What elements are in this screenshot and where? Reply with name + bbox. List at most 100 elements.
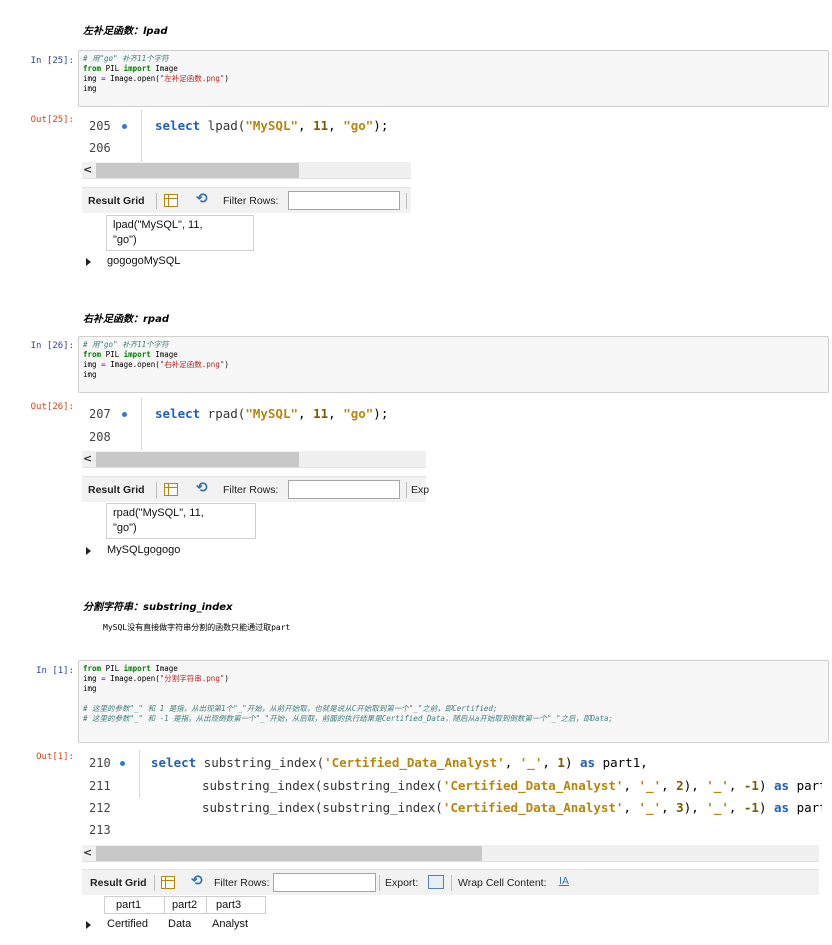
column-header-line: lpad("MySQL", 11,: [113, 219, 203, 231]
filter-rows-input[interactable]: [288, 480, 400, 499]
scroll-left-icon[interactable]: <: [83, 452, 92, 465]
out-prompt-25: Out[25]:: [30, 115, 74, 125]
var-img-last: img: [83, 84, 97, 93]
result-column-header[interactable]: part1: [104, 896, 165, 914]
import-obj: Image: [150, 664, 178, 673]
result-cell[interactable]: Analyst: [212, 918, 248, 930]
statement-dot-icon: [122, 412, 127, 417]
scroll-thumb[interactable]: [96, 846, 482, 861]
sql-editor-26[interactable]: 207 208 select rpad("MySQL", 11, "go");: [82, 398, 426, 450]
code-cell-26[interactable]: # 用"go" 补齐11个字符 from PIL import Image im…: [78, 336, 829, 393]
code-cell-25[interactable]: # 用"go" 补齐11个字符 from PIL import Image im…: [78, 50, 829, 107]
result-toolbar-26: Result Grid ⟲ Filter Rows: Exp: [82, 476, 429, 502]
split-description: MySQL没有直接做字符串分割的函数只能通过取part: [103, 623, 291, 632]
result-cell[interactable]: Certified: [107, 918, 148, 930]
sql-editor-25[interactable]: 205 206 select lpad("MySQL", 11, "go");: [82, 110, 412, 162]
statement-dot-icon: [122, 124, 127, 129]
refresh-icon[interactable]: ⟲: [196, 191, 208, 207]
import-obj: Image: [150, 350, 178, 359]
refresh-icon[interactable]: ⟲: [196, 480, 208, 496]
kw-from: from: [83, 664, 102, 673]
line-number: 211: [89, 779, 111, 793]
separator: [406, 482, 407, 498]
sql-line: select lpad("MySQL", 11, "go");: [155, 118, 389, 133]
grid-icon[interactable]: [164, 194, 178, 207]
kw-import: import: [123, 350, 151, 359]
var-img: img: [83, 360, 102, 369]
sql-line: substring_index(substring_index('Certifi…: [202, 800, 822, 815]
out-prompt-1: Out[1]:: [36, 752, 74, 762]
line-number: 213: [89, 823, 111, 837]
line-number: 206: [89, 141, 111, 155]
column-header-line: "go"): [113, 522, 137, 534]
result-grid-tab[interactable]: Result Grid: [88, 484, 145, 496]
sql-line: select rpad("MySQL", 11, "go");: [155, 406, 389, 421]
code-comment: # 这里的参数"_" 和 1 是指，从出现第1个"_"开始，从前开始取，也就是说…: [83, 704, 498, 713]
separator: [406, 193, 407, 209]
var-img-last: img: [83, 370, 97, 379]
filter-rows-label: Filter Rows:: [223, 484, 279, 496]
sql-editor-1[interactable]: 210 211 212 213 select substring_index('…: [82, 750, 822, 842]
current-row-arrow-icon: [86, 921, 91, 929]
in-prompt-25: In [25]:: [30, 56, 74, 66]
code-comment: # 用"go" 补齐11个字符: [83, 54, 169, 63]
separator: [451, 875, 452, 891]
code-cell-1[interactable]: from PIL import Image img = Image.open("…: [78, 660, 829, 743]
module-name: PIL: [101, 350, 124, 359]
current-row-arrow-icon: [86, 547, 91, 555]
separator: [156, 482, 157, 498]
gutter-divider: [141, 110, 142, 162]
filter-rows-input[interactable]: [288, 191, 400, 210]
result-column-header[interactable]: lpad("MySQL", 11, "go"): [106, 215, 254, 251]
rpad-heading: 右补足函数：rpad: [83, 314, 169, 325]
result-column-header[interactable]: part2: [164, 896, 207, 914]
result-cell[interactable]: MySQLgogogo: [107, 544, 180, 556]
in-prompt-26: In [26]:: [30, 341, 74, 351]
kw-import: import: [123, 664, 151, 673]
filter-rows-label: Filter Rows:: [214, 877, 270, 889]
lpad-heading: 左补足函数：lpad: [83, 26, 168, 37]
var-img: img: [83, 74, 102, 83]
refresh-icon[interactable]: ⟲: [191, 873, 203, 889]
gutter-divider: [139, 750, 140, 798]
wrap-cell-icon[interactable]: IA: [559, 876, 569, 887]
scroll-thumb[interactable]: [96, 163, 299, 178]
open-call: Image.open(: [105, 74, 160, 83]
line-number: 207: [89, 407, 111, 421]
filter-rows-input[interactable]: [273, 873, 376, 892]
close-paren: ): [224, 360, 229, 369]
var-img-last: img: [83, 684, 97, 693]
horizontal-scrollbar[interactable]: <: [82, 162, 411, 179]
result-column-header[interactable]: part3: [206, 896, 266, 914]
result-column-header[interactable]: rpad("MySQL", 11, "go"): [106, 503, 256, 539]
grid-icon[interactable]: [161, 876, 175, 889]
line-number: 210: [89, 756, 111, 770]
out-prompt-26: Out[26]:: [30, 402, 74, 412]
separator: [154, 875, 155, 891]
code-comment: # 用"go" 补齐11个字符: [83, 340, 169, 349]
current-row-arrow-icon: [86, 258, 91, 266]
horizontal-scrollbar[interactable]: <: [82, 845, 819, 862]
separator: [379, 875, 380, 891]
scroll-thumb[interactable]: [96, 452, 299, 467]
gutter-divider: [141, 398, 142, 450]
result-cell[interactable]: Data: [168, 918, 191, 930]
statement-dot-icon: [120, 761, 125, 766]
separator: [156, 193, 157, 209]
result-grid-tab[interactable]: Result Grid: [88, 195, 145, 207]
export-icon[interactable]: [428, 875, 444, 889]
column-header-label: part3: [216, 899, 242, 911]
split-heading: 分割字符串：substring_index: [83, 602, 233, 613]
result-cell[interactable]: gogogoMySQL: [107, 255, 180, 267]
in-prompt-1: In [1]:: [36, 666, 74, 676]
column-header-label: part2: [172, 899, 198, 911]
horizontal-scrollbar[interactable]: <: [82, 451, 426, 468]
file-name: "分割字符串.png": [159, 674, 225, 683]
result-grid-tab[interactable]: Result Grid: [90, 877, 147, 889]
close-paren: ): [224, 674, 229, 683]
scroll-left-icon[interactable]: <: [83, 846, 92, 859]
result-toolbar-25: Result Grid ⟲ Filter Rows:: [82, 187, 411, 213]
grid-icon[interactable]: [164, 483, 178, 496]
scroll-left-icon[interactable]: <: [83, 163, 92, 176]
close-paren: ): [224, 74, 229, 83]
